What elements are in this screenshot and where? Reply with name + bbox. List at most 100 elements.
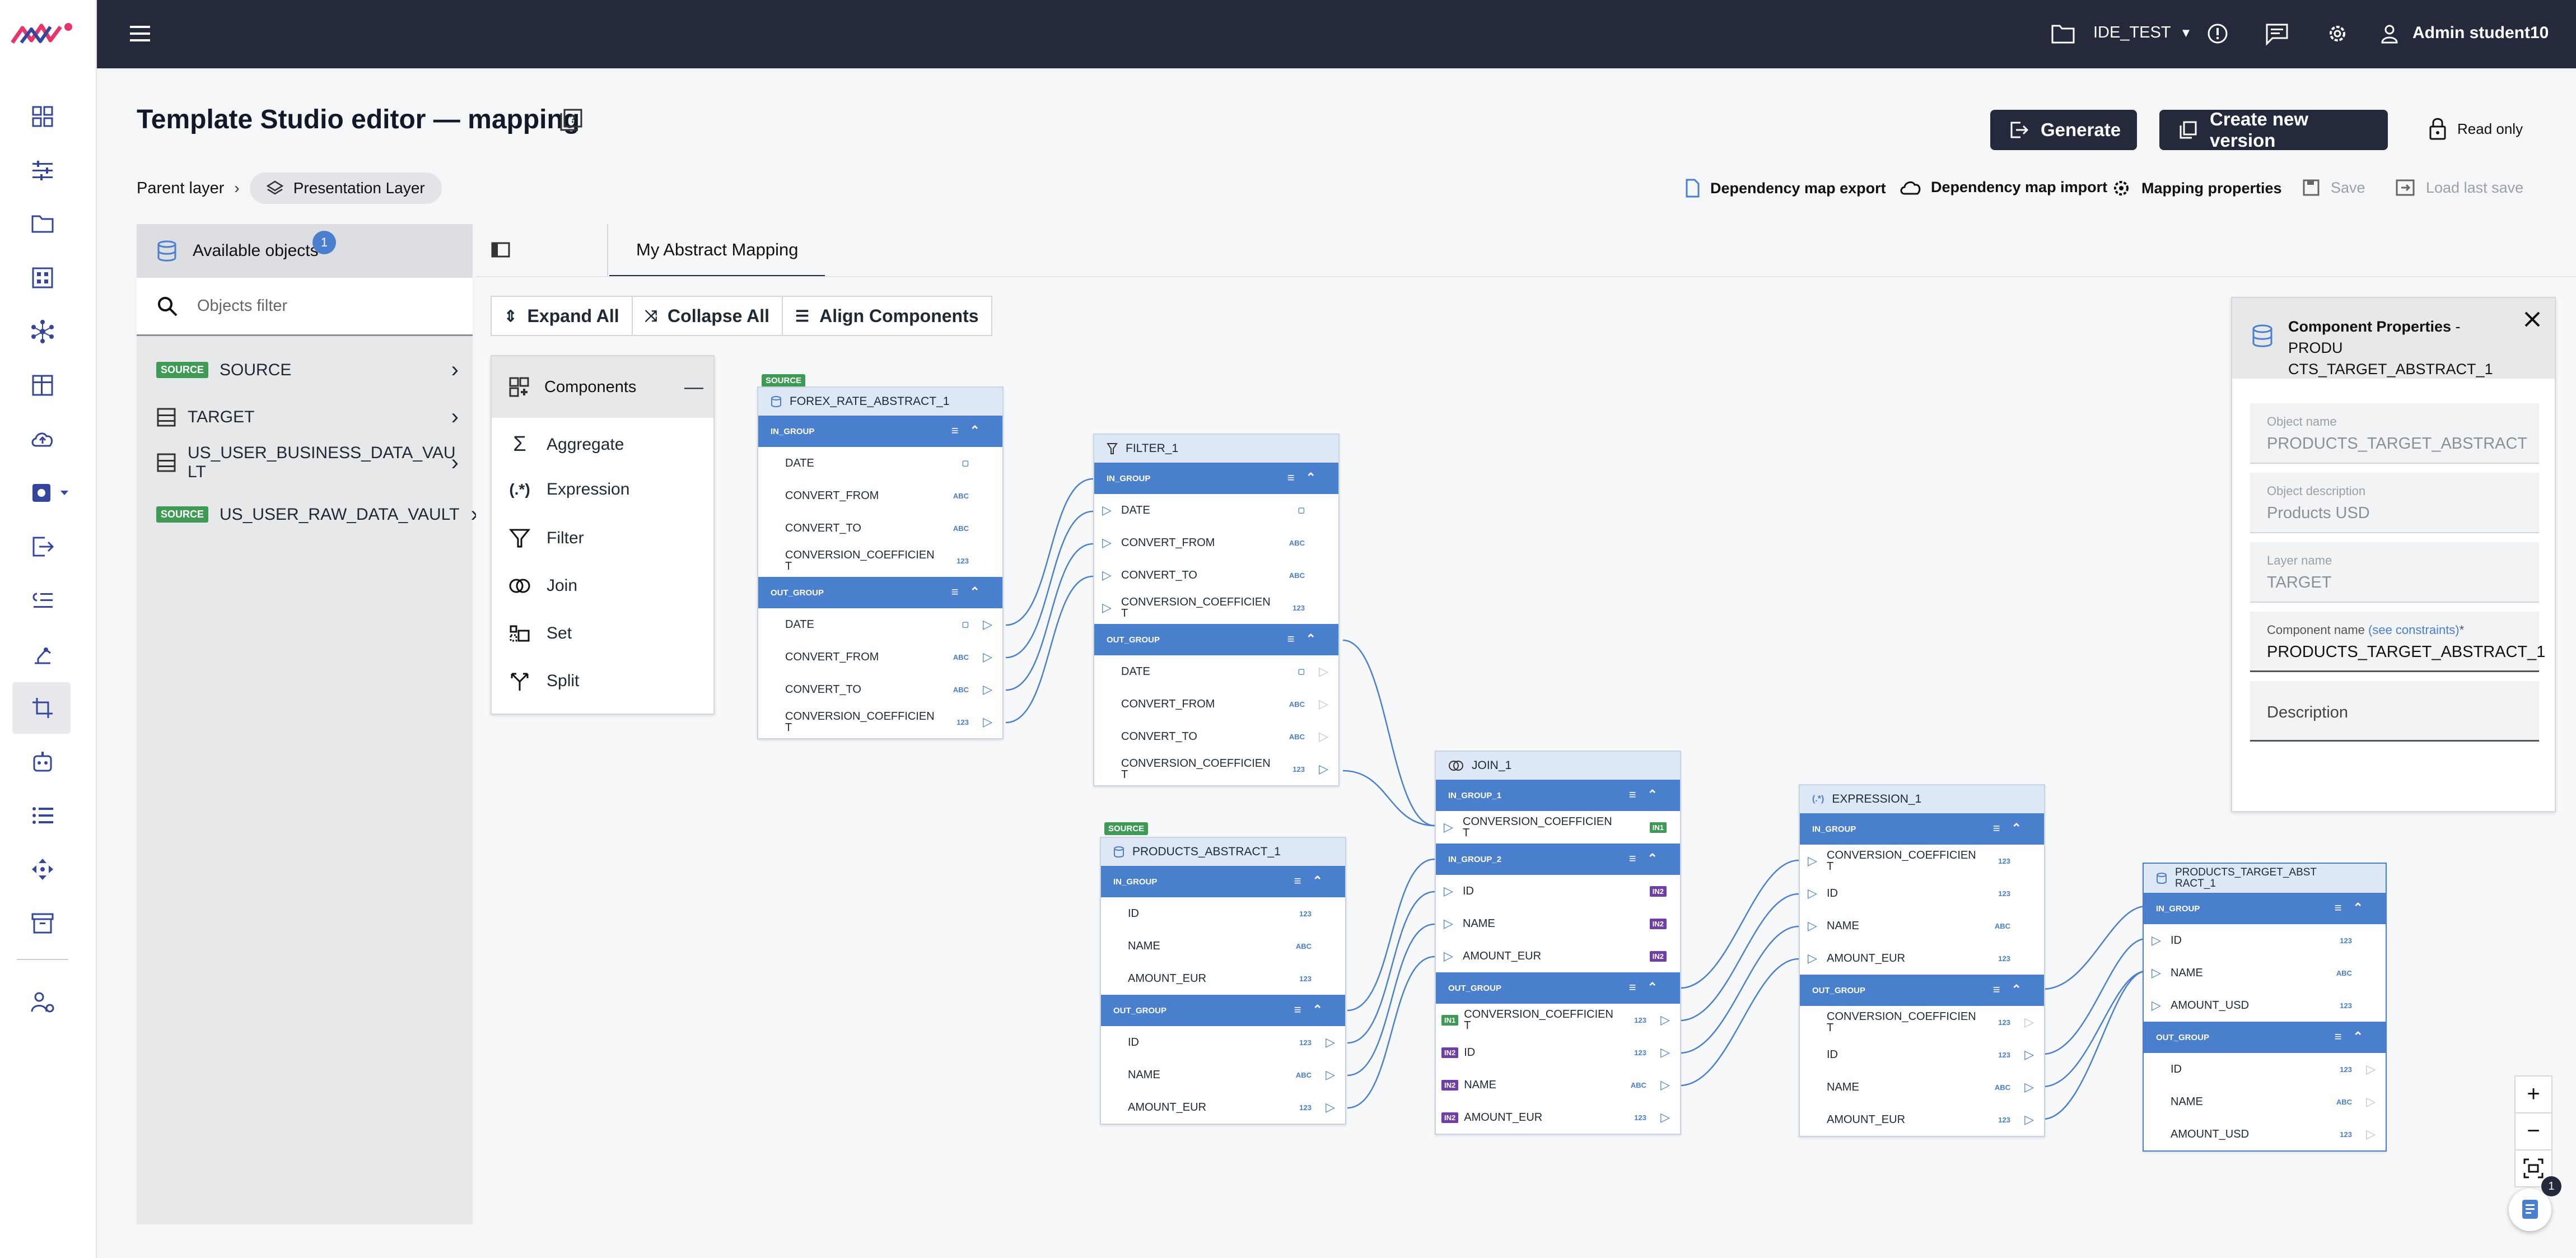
field-row[interactable]: CONVERSION_COEFFICIEN T 123 ▷: [758, 706, 1002, 738]
out-group-header[interactable]: OUT_GROUP ≡⌃: [1436, 972, 1680, 1004]
node-filter[interactable]: FILTER_1 IN_GROUP ≡⌃ ▷ DATE ▢ ▷ CONVERT_FROM…: [1093, 434, 1340, 786]
output-port-icon[interactable]: ▷: [2366, 1094, 2376, 1109]
field-row[interactable]: ID 123: [1101, 897, 1345, 930]
input-port-icon[interactable]: ▷: [2152, 998, 2161, 1013]
field-row[interactable]: AMOUNT_USD 123 ▷: [2144, 1118, 2386, 1150]
field-row[interactable]: AMOUNT_EUR 123 ▷: [1800, 1103, 2044, 1136]
input-port-icon[interactable]: ▷: [1808, 854, 1817, 868]
input-port-icon[interactable]: ▷: [1808, 886, 1817, 901]
field-row[interactable]: ▷ NAME ABC: [1800, 910, 2044, 942]
out-group-header[interactable]: OUT_GROUP ≡⌃: [1101, 995, 1345, 1026]
field-row[interactable]: CONVERSION_COEFFICIEN T 123: [758, 544, 1002, 577]
output-port-icon[interactable]: ▷: [1660, 1045, 1670, 1060]
in-group-header[interactable]: IN_GROUP ≡⌃: [1101, 866, 1345, 897]
field-row[interactable]: CONVERSION_COEFFICIEN T 123 ▷: [1800, 1006, 2044, 1038]
field-row[interactable]: ▷ NAME ABC: [2144, 957, 2386, 989]
output-port-icon[interactable]: ▷: [983, 682, 992, 697]
input-port-icon[interactable]: ▷: [2152, 933, 2161, 948]
input-port-icon[interactable]: ▷: [2152, 966, 2161, 980]
filter-collapse-icons[interactable]: ≡⌃: [1629, 980, 1669, 995]
filter-collapse-icons[interactable]: ≡⌃: [1287, 470, 1327, 485]
field-row[interactable]: NAME ABC: [1101, 930, 1345, 962]
filter-collapse-icons[interactable]: ≡⌃: [1993, 982, 2033, 997]
see-constraints-link[interactable]: (see constraints): [2368, 623, 2460, 637]
node-products[interactable]: PRODUCTS_ABSTRACT_1 IN_GROUP ≡⌃ ID 123 NAM…: [1100, 837, 1346, 1125]
output-port-icon[interactable]: ▷: [2024, 1047, 2034, 1062]
filter-collapse-icons[interactable]: ≡⌃: [951, 585, 991, 599]
out-group-header[interactable]: OUT_GROUP ≡⌃: [1094, 624, 1338, 655]
field-row[interactable]: ▷ NAME IN2: [1436, 907, 1680, 940]
field-row[interactable]: ▷ CONVERSION_COEFFICIEN T 123: [1800, 845, 2044, 877]
input-port-icon[interactable]: ▷: [1444, 916, 1453, 931]
filter-collapse-icons[interactable]: ≡⌃: [2335, 901, 2374, 915]
close-icon[interactable]: [2521, 308, 2544, 330]
filter-collapse-icons[interactable]: ≡⌃: [1993, 821, 2033, 836]
output-port-icon[interactable]: ▷: [2024, 1112, 2034, 1127]
field-row[interactable]: CONVERT_FROM ABC: [758, 479, 1002, 512]
field-row[interactable]: IN2 ID 123 ▷: [1436, 1036, 1680, 1069]
field-row[interactable]: ID 123 ▷: [1101, 1026, 1345, 1059]
zoom-in-button[interactable]: +: [2514, 1075, 2552, 1113]
input-port-icon[interactable]: ▷: [1444, 820, 1453, 835]
field-row[interactable]: CONVERT_FROM ABC ▷: [1094, 688, 1338, 720]
output-port-icon[interactable]: ▷: [1319, 762, 1328, 776]
output-port-icon[interactable]: ▷: [983, 715, 992, 729]
filter-collapse-icons[interactable]: ≡⌃: [1629, 788, 1669, 802]
output-port-icon[interactable]: ▷: [1326, 1035, 1335, 1050]
field-row[interactable]: NAME ABC ▷: [2144, 1085, 2386, 1118]
in-group-1-header[interactable]: IN_GROUP_1 ≡⌃: [1436, 780, 1680, 811]
in-group-header[interactable]: IN_GROUP ≡⌃: [1094, 463, 1338, 494]
node-expression[interactable]: (.*) EXPRESSION_1 IN_GROUP ≡⌃ ▷ CONVERSION…: [1799, 784, 2045, 1137]
field-row[interactable]: DATE ▢ ▷: [758, 608, 1002, 641]
filter-collapse-icons[interactable]: ≡⌃: [1629, 851, 1669, 866]
output-port-icon[interactable]: ▷: [1660, 1013, 1670, 1027]
field-row[interactable]: ▷ CONVERT_FROM ABC: [1094, 527, 1338, 559]
field-row[interactable]: DATE ▢ ▷: [1094, 655, 1338, 688]
output-port-icon[interactable]: ▷: [2024, 1080, 2034, 1094]
input-port-icon[interactable]: ▷: [1102, 568, 1112, 583]
field-row[interactable]: IN1 CONVERSION_COEFFICIEN T 123 ▷: [1436, 1004, 1680, 1036]
output-port-icon[interactable]: ▷: [1660, 1110, 1670, 1125]
in-group-header[interactable]: IN_GROUP ≡⌃: [758, 416, 1002, 447]
output-port-icon[interactable]: ▷: [1660, 1078, 1670, 1092]
input-port-icon[interactable]: ▷: [1808, 919, 1817, 933]
filter-collapse-icons[interactable]: ≡⌃: [1287, 632, 1327, 646]
output-port-icon[interactable]: ▷: [983, 650, 992, 664]
input-port-icon[interactable]: ▷: [1808, 951, 1817, 966]
node-products-target[interactable]: PRODUCTS_TARGET_ABST RACT_1 IN_GROUP ≡⌃ ▷…: [2143, 863, 2387, 1152]
field-row[interactable]: ▷ CONVERSION_COEFFICIEN T IN1: [1436, 811, 1680, 844]
field-row[interactable]: CONVERT_TO ABC ▷: [1094, 720, 1338, 753]
input-port-icon[interactable]: ▷: [1444, 884, 1453, 898]
field-row[interactable]: ▷ CONVERT_TO ABC: [1094, 559, 1338, 591]
output-port-icon[interactable]: ▷: [2366, 1127, 2376, 1141]
output-port-icon[interactable]: ▷: [2024, 1015, 2034, 1029]
field-row[interactable]: CONVERT_TO ABC: [758, 512, 1002, 544]
filter-collapse-icons[interactable]: ≡⌃: [951, 423, 991, 438]
field-row[interactable]: ▷ AMOUNT_EUR 123: [1800, 942, 2044, 975]
output-port-icon[interactable]: ▷: [1319, 664, 1328, 679]
field-row[interactable]: CONVERSION_COEFFICIEN T 123 ▷: [1094, 753, 1338, 785]
field-row[interactable]: CONVERT_TO ABC ▷: [758, 673, 1002, 706]
output-port-icon[interactable]: ▷: [1319, 697, 1328, 711]
output-port-icon[interactable]: ▷: [983, 617, 992, 632]
output-port-icon[interactable]: ▷: [1326, 1100, 1335, 1115]
input-port-icon[interactable]: ▷: [1102, 600, 1112, 615]
field-row[interactable]: ▷ ID IN2: [1436, 875, 1680, 907]
field-row[interactable]: ID 123 ▷: [1800, 1038, 2044, 1071]
field-row[interactable]: DATE ▢: [758, 447, 1002, 479]
input-port-icon[interactable]: ▷: [1102, 503, 1112, 518]
field-row[interactable]: IN2 AMOUNT_EUR 123 ▷: [1436, 1101, 1680, 1134]
notes-fab[interactable]: [2509, 1189, 2551, 1231]
field-row[interactable]: AMOUNT_EUR 123: [1101, 962, 1345, 995]
field-row[interactable]: ▷ DATE ▢: [1094, 494, 1338, 527]
filter-collapse-icons[interactable]: ≡⌃: [1294, 1003, 1334, 1017]
field-row[interactable]: NAME ABC ▷: [1101, 1059, 1345, 1091]
in-group-header[interactable]: IN_GROUP ≡⌃: [2144, 893, 2386, 924]
filter-collapse-icons[interactable]: ≡⌃: [1294, 874, 1334, 888]
input-port-icon[interactable]: ▷: [1444, 949, 1453, 963]
output-port-icon[interactable]: ▷: [2366, 1062, 2376, 1077]
component-name-field[interactable]: Component name (see constraints)* PRODUC…: [2250, 612, 2545, 672]
field-row[interactable]: AMOUNT_EUR 123 ▷: [1101, 1091, 1345, 1124]
field-row[interactable]: ID 123 ▷: [2144, 1053, 2386, 1085]
field-row[interactable]: ▷ AMOUNT_EUR IN2: [1436, 940, 1680, 972]
